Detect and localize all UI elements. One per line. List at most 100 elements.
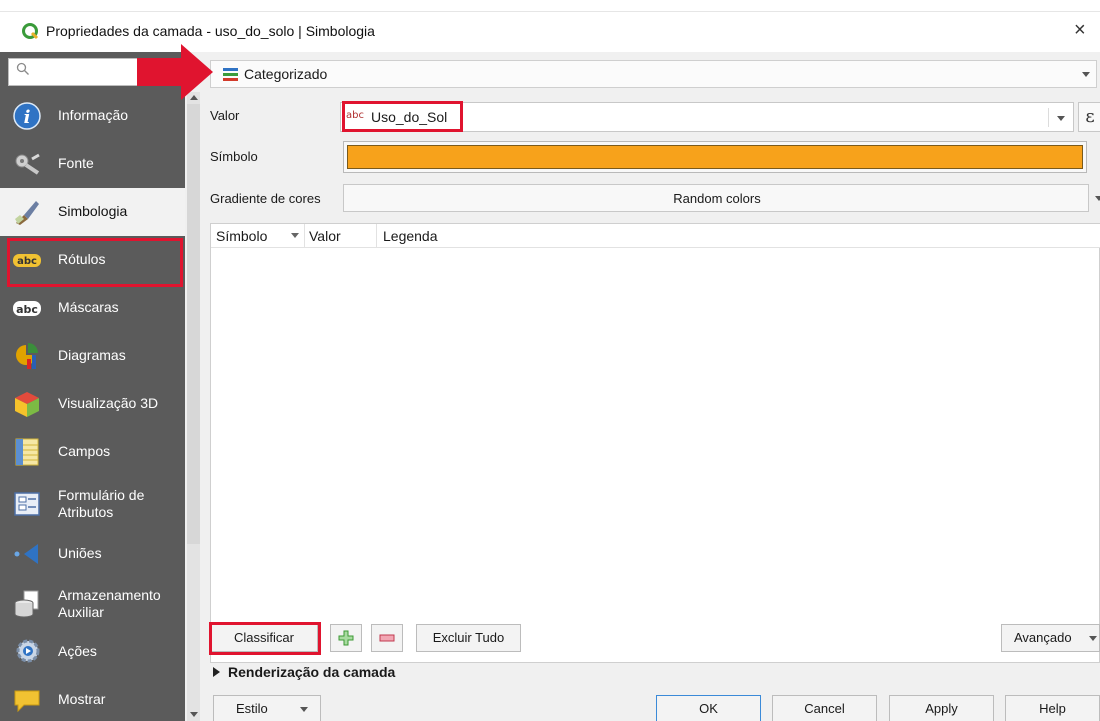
sidebar-item-visualizacao-3d[interactable]: Visualização 3D bbox=[0, 380, 185, 428]
scroll-down-icon[interactable] bbox=[190, 712, 198, 717]
ok-button[interactable]: OK bbox=[656, 695, 761, 721]
sidebar-item-label: Máscaras bbox=[58, 299, 119, 315]
cube-3d-icon bbox=[15, 392, 39, 417]
sidebar-item-label: Visualização 3D bbox=[58, 395, 159, 411]
simbolo-label: Símbolo bbox=[210, 149, 258, 164]
renderer-value: Categorizado bbox=[244, 66, 328, 82]
column-header-valor[interactable]: Valor bbox=[309, 228, 341, 244]
renderer-select[interactable]: Categorizado bbox=[210, 60, 1097, 88]
layer-rendering-label: Renderização da camada bbox=[228, 664, 396, 680]
svg-text:abc: abc bbox=[16, 303, 38, 316]
delete-all-button[interactable]: Excluir Tudo bbox=[416, 624, 521, 652]
expand-arrow-icon bbox=[213, 667, 220, 678]
column-header-legenda[interactable]: Legenda bbox=[383, 228, 438, 244]
sidebar-item-label: Diagramas bbox=[58, 347, 126, 363]
gradient-label: Gradiente de cores bbox=[210, 191, 321, 206]
sidebar-item-fonte[interactable]: Fonte bbox=[0, 140, 185, 188]
sidebar-item-simbologia[interactable]: Simbologia bbox=[0, 188, 185, 236]
valor-value: Uso_do_Sol bbox=[371, 109, 448, 125]
paintbrush-icon bbox=[15, 201, 39, 225]
expression-button[interactable]: ε bbox=[1078, 102, 1100, 132]
advanced-button[interactable]: Avançado bbox=[1001, 624, 1100, 652]
diagrams-icon bbox=[16, 343, 38, 369]
form-icon bbox=[14, 492, 40, 516]
source-icon bbox=[15, 153, 40, 175]
qgis-logo-icon bbox=[22, 23, 39, 40]
sidebar-item-label: Armazenamento Auxiliar bbox=[58, 587, 161, 620]
classify-button[interactable]: Classificar bbox=[210, 624, 318, 652]
fields-icon bbox=[15, 438, 39, 466]
sidebar-item-label: Campos bbox=[58, 443, 111, 459]
sidebar-item-label: Mostrar bbox=[58, 691, 106, 707]
close-icon[interactable]: × bbox=[1074, 20, 1086, 40]
sidebar-item-informacao[interactable]: i Informação bbox=[0, 92, 185, 140]
svg-text:i: i bbox=[24, 107, 31, 128]
sidebar-item-diagramas[interactable]: Diagramas bbox=[0, 332, 185, 380]
sidebar-search-input[interactable] bbox=[8, 58, 185, 86]
sidebar-item-armazenamento-auxiliar[interactable]: Armazenamento Auxiliar bbox=[0, 580, 185, 628]
svg-text:abc: abc bbox=[17, 256, 37, 267]
categorized-renderer-icon bbox=[223, 68, 238, 81]
actions-icon bbox=[16, 639, 40, 663]
remove-category-button[interactable] bbox=[371, 624, 403, 652]
apply-button[interactable]: Apply bbox=[889, 695, 994, 721]
style-button[interactable]: Estilo bbox=[213, 695, 321, 721]
column-divider bbox=[376, 224, 377, 248]
display-icon bbox=[14, 690, 40, 713]
window-title: Propriedades da camada - uso_do_solo | S… bbox=[46, 23, 375, 39]
sidebar-item-acoes[interactable]: Ações bbox=[0, 628, 185, 676]
sidebar-item-mascaras[interactable]: abc Máscaras bbox=[0, 284, 185, 332]
help-button[interactable]: Help bbox=[1005, 695, 1100, 721]
sidebar: i Informação Fonte Simbologia abc Rótulo… bbox=[0, 52, 185, 721]
sidebar-item-label: Informação bbox=[58, 107, 129, 123]
chevron-down-icon bbox=[300, 707, 308, 712]
chevron-down-icon bbox=[1089, 636, 1097, 641]
layer-rendering-toggle[interactable]: Renderização da camada bbox=[213, 664, 395, 680]
sort-down-icon bbox=[291, 233, 299, 238]
sidebar-item-mostrar[interactable]: Mostrar bbox=[0, 676, 185, 721]
divider bbox=[1048, 108, 1049, 127]
sidebar-item-label: Rótulos bbox=[58, 251, 106, 267]
plus-icon bbox=[338, 630, 354, 646]
scroll-up-icon[interactable] bbox=[190, 95, 198, 100]
title-bar: Propriedades da camada - uso_do_solo | S… bbox=[0, 0, 1100, 52]
sidebar-item-label: Uniões bbox=[58, 545, 102, 561]
color-ramp-button[interactable]: Random colors bbox=[343, 184, 1100, 212]
style-label: Estilo bbox=[236, 701, 268, 716]
advanced-label: Avançado bbox=[1014, 630, 1072, 645]
chevron-down-icon[interactable] bbox=[1095, 196, 1100, 201]
masks-icon: abc bbox=[13, 301, 41, 316]
column-divider bbox=[304, 224, 305, 248]
sidebar-scrollbar[interactable] bbox=[185, 52, 203, 721]
sidebar-item-rotulos[interactable]: abc Rótulos bbox=[0, 236, 185, 284]
column-header-simbolo[interactable]: Símbolo bbox=[216, 228, 267, 244]
info-icon: i bbox=[13, 102, 41, 130]
sidebar-item-label: Formulário de Atributos bbox=[58, 487, 145, 520]
categories-table[interactable]: Símbolo Valor Legenda bbox=[210, 223, 1100, 663]
sidebar-item-label: Simbologia bbox=[58, 203, 128, 219]
chevron-down-icon[interactable] bbox=[1057, 116, 1065, 121]
add-category-button[interactable] bbox=[330, 624, 362, 652]
symbology-panel: Categorizado Valor abc Uso_do_Sol ε Símb… bbox=[203, 52, 1100, 721]
labels-icon: abc bbox=[13, 254, 41, 267]
valor-field-select[interactable]: abc Uso_do_Sol bbox=[340, 102, 1074, 132]
storage-icon bbox=[14, 590, 39, 618]
sidebar-item-campos[interactable]: Campos bbox=[0, 428, 185, 476]
joins-icon bbox=[14, 544, 38, 564]
scrollbar-thumb[interactable] bbox=[187, 104, 200, 544]
search-icon bbox=[16, 62, 29, 75]
minus-icon bbox=[379, 634, 395, 642]
table-header: Símbolo Valor Legenda bbox=[211, 224, 1100, 248]
window-top-edge bbox=[0, 0, 1100, 12]
symbol-color-swatch bbox=[347, 145, 1083, 169]
color-ramp-value: Random colors bbox=[673, 191, 761, 206]
sidebar-item-label: Ações bbox=[58, 643, 97, 659]
valor-label: Valor bbox=[210, 108, 240, 123]
sidebar-item-unioes[interactable]: Uniões bbox=[0, 530, 185, 578]
chevron-down-icon bbox=[1082, 72, 1090, 77]
sidebar-item-label: Fonte bbox=[58, 155, 94, 171]
cancel-button[interactable]: Cancel bbox=[772, 695, 877, 721]
symbol-button[interactable] bbox=[343, 141, 1087, 173]
string-type-icon: abc bbox=[346, 110, 364, 121]
sidebar-item-formulario-de-atributos[interactable]: Formulário de Atributos bbox=[0, 480, 185, 528]
